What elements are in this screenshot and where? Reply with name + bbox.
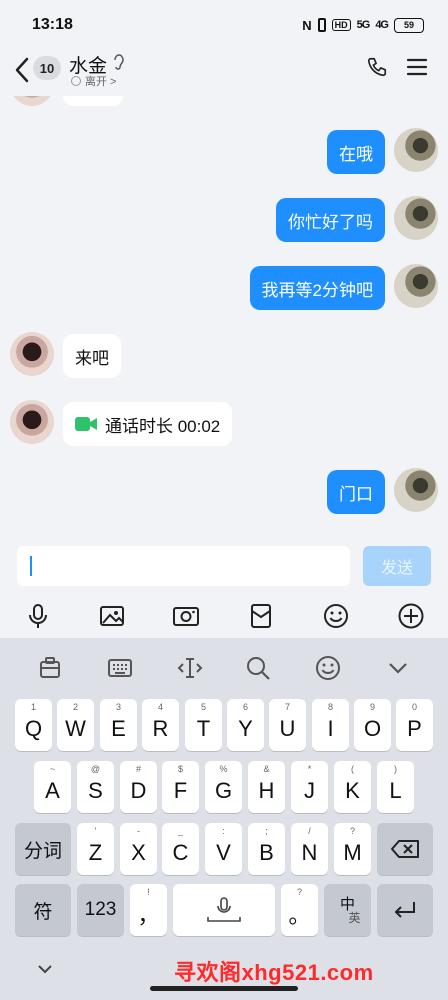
battery-icon: 59 — [394, 17, 424, 33]
key-k[interactable]: (K — [334, 761, 371, 813]
key-x[interactable]: -X — [120, 823, 157, 875]
key-j[interactable]: * J — [291, 761, 328, 813]
status-time: 13:18 — [32, 16, 73, 33]
key-p[interactable]: 0P — [396, 699, 433, 751]
key-n[interactable]: / N — [291, 823, 328, 875]
key-w[interactable]: 2W — [57, 699, 94, 751]
key-u[interactable]: 7U — [269, 699, 306, 751]
key-d[interactable]: # D — [120, 761, 157, 813]
message-bubble[interactable]: 来吧 — [63, 334, 121, 378]
chat-toolbar — [0, 592, 448, 638]
numbers-key[interactable]: 123 — [77, 884, 124, 936]
key-m[interactable]: ? M — [334, 823, 371, 875]
send-button[interactable]: 发送 — [363, 546, 431, 586]
message-bubble[interactable]: 我再等2分钟吧 — [249, 266, 385, 310]
key-h[interactable]: & H — [248, 761, 285, 813]
lang-chinese-label: 中 — [339, 895, 355, 913]
video-call-icon — [75, 417, 97, 431]
nfc-icon: N — [302, 17, 312, 33]
key-s[interactable]: @ S — [77, 761, 114, 813]
key-g[interactable]: % G — [205, 761, 242, 813]
avatar[interactable] — [394, 196, 438, 240]
voice-input-icon — [207, 897, 241, 922]
symbols-key[interactable]: 符 — [15, 884, 71, 936]
status-icons: N HD 5G 4G 59 — [302, 16, 424, 34]
emoji-icon[interactable] — [322, 602, 350, 630]
red-packet-icon[interactable] — [247, 602, 275, 630]
call-duration: 通话时长 00:02 — [105, 416, 221, 436]
presence-status[interactable]: 离开 > — [71, 73, 116, 89]
period-key[interactable]: ?。 — [281, 884, 318, 936]
hide-keyboard-icon[interactable] — [36, 962, 54, 976]
backspace-icon — [391, 840, 419, 858]
home-indicator[interactable] — [150, 986, 298, 991]
key-l[interactable]: ) L — [377, 761, 414, 813]
vibrate-icon — [317, 18, 326, 32]
signal-4g-icon: 4G — [375, 19, 389, 31]
watermark-text: 寻欢阁xhg521.com — [174, 960, 374, 985]
hd-icon: HD — [331, 19, 351, 31]
backspace-key[interactable] — [377, 823, 433, 875]
soft-keyboard: 1Q 2W 3E 4R 5T 6Y 7U 8I 9O 0P ~ A @ S # D $… — [0, 638, 448, 1000]
menu-icon[interactable] — [406, 58, 428, 76]
search-icon[interactable] — [244, 654, 272, 682]
key-o[interactable]: 9O — [354, 699, 391, 751]
key-q[interactable]: 1Q — [15, 699, 52, 751]
segment-key[interactable]: 分词 — [15, 823, 71, 875]
keyboard-icon[interactable] — [106, 654, 134, 682]
key-v[interactable]: :V — [205, 823, 242, 875]
avatar[interactable] — [394, 128, 438, 172]
phone-icon[interactable] — [366, 56, 388, 78]
message-input[interactable] — [17, 546, 350, 586]
image-icon[interactable] — [98, 602, 126, 630]
enter-key[interactable] — [377, 884, 433, 936]
key-i[interactable]: 8I — [312, 699, 349, 751]
camera-icon[interactable] — [172, 602, 200, 630]
status-bar: 13:18 N HD 5G 4G 59 — [0, 0, 448, 44]
message-bubble[interactable]: 在哦 — [327, 130, 385, 174]
avatar[interactable] — [10, 332, 54, 376]
key-b[interactable]: ; B — [248, 823, 285, 875]
ear-icon — [114, 54, 124, 70]
enter-icon — [394, 902, 415, 918]
microphone-icon[interactable] — [24, 602, 52, 630]
unread-badge[interactable]: 10 — [33, 56, 61, 80]
key-z[interactable]: ' Z — [77, 823, 114, 875]
comma-key[interactable]: !， — [130, 884, 167, 936]
message-bubble[interactable]: 你忙好了吗 — [276, 198, 385, 242]
clipboard-icon[interactable] — [36, 654, 64, 682]
message-bubble-partial — [63, 96, 123, 106]
chat-messages: 在哦 你忙好了吗 我再等2分钟吧 来吧 通话时长 00:02 门口 — [0, 96, 448, 540]
lang-english-label: 英 — [348, 910, 361, 925]
avatar[interactable] — [394, 468, 438, 512]
avatar[interactable] — [394, 264, 438, 308]
key-r[interactable]: 4R — [142, 699, 179, 751]
collapse-icon[interactable] — [384, 654, 412, 682]
message-bubble[interactable]: 门口 — [327, 470, 385, 514]
emoji-icon[interactable] — [314, 654, 342, 682]
cursor-icon[interactable] — [176, 654, 204, 682]
signal-5g-icon: 5G — [356, 19, 371, 31]
plus-icon[interactable] — [397, 602, 425, 630]
away-icon — [71, 76, 81, 86]
presence-label: 离开 > — [85, 76, 117, 88]
key-y[interactable]: 6Y — [227, 699, 264, 751]
video-call-bubble[interactable]: 通话时长 00:02 — [63, 402, 233, 446]
key-c[interactable]: _ C — [162, 823, 199, 875]
key-t[interactable]: 5T — [185, 699, 222, 751]
avatar[interactable] — [10, 96, 54, 106]
key-e[interactable]: 3E — [100, 699, 137, 751]
key-f[interactable]: $ F — [162, 761, 199, 813]
key-a[interactable]: ~ A — [34, 761, 71, 813]
avatar[interactable] — [10, 400, 54, 444]
text-cursor — [30, 556, 32, 576]
language-switch-key[interactable]: 中 英 — [324, 884, 371, 936]
space-key[interactable] — [173, 884, 275, 936]
back-arrow-icon[interactable] — [12, 56, 32, 84]
input-bar: 发送 — [0, 540, 448, 592]
